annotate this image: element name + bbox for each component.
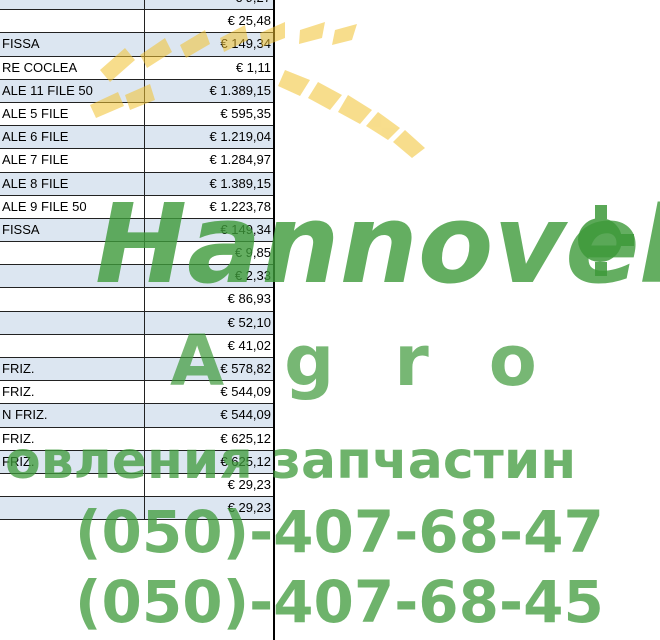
row-price: € 1.284,97	[209, 152, 271, 168]
table-row: ALE 11 FILE 50 € 1.389,15	[0, 79, 275, 103]
row-description: RE COCLEA	[0, 56, 145, 79]
row-description	[0, 334, 145, 357]
row-price: € 1.223,78	[209, 198, 271, 214]
table-row: ALE 7 FILE € 1.284,97	[0, 149, 275, 173]
row-description	[0, 10, 145, 33]
row-description	[0, 242, 145, 265]
table-row: FISSA € 149,34	[0, 33, 275, 57]
row-price: € 149,34	[220, 221, 271, 237]
row-description: FISSA	[0, 218, 145, 242]
row-price: € 1.389,15	[209, 82, 271, 98]
row-price: € 625,12	[220, 430, 271, 446]
table-row: N FRIZ. € 544,09	[0, 404, 275, 428]
row-description: ALE 11 FILE 50	[0, 79, 145, 102]
row-description	[0, 0, 145, 10]
table-row: FRIZ. € 625,12	[0, 427, 275, 451]
row-description	[0, 311, 145, 334]
table-row: € 9,27	[0, 0, 275, 11]
table-row: ALE 6 FILE € 1.219,04	[0, 126, 275, 150]
row-description: FISSA	[0, 33, 145, 56]
row-description: FRIZ.	[0, 427, 145, 450]
row-description: FRIZ.	[0, 381, 145, 404]
row-description: ALE 8 FILE	[0, 172, 145, 195]
table-row: FISSA € 149,34	[0, 218, 275, 243]
table-row: FRIZ. € 625,12	[0, 450, 275, 474]
row-price: € 86,93	[227, 291, 271, 307]
table-row: € 52,10	[0, 311, 275, 335]
row-price: € 149,34	[220, 36, 271, 52]
row-description: ALE 5 FILE	[0, 102, 145, 126]
row-price: € 1.389,15	[209, 175, 271, 191]
row-description	[0, 473, 145, 497]
table-row: RE COCLEA € 1,11	[0, 56, 275, 80]
table-row: € 2,33	[0, 265, 275, 289]
table-row: € 25,48	[0, 10, 275, 34]
table-row: € 9,85	[0, 242, 275, 266]
row-description: FRIZ.	[0, 450, 145, 473]
table-row: ALE 9 FILE 50 € 1.223,78	[0, 195, 275, 219]
row-description: N FRIZ.	[0, 404, 145, 427]
row-price: € 2,33	[234, 268, 271, 284]
table-row: FRIZ. € 578,82	[0, 358, 275, 382]
table-border	[273, 0, 275, 640]
row-price: € 9,85	[234, 245, 271, 261]
table-row: € 29,23	[0, 497, 275, 521]
row-price: € 41,02	[227, 337, 271, 353]
row-description: ALE 9 FILE 50	[0, 195, 145, 218]
table-row: € 41,02	[0, 334, 275, 358]
watermark-phone2: (050)-407-68-45	[75, 568, 604, 636]
table-row: ALE 8 FILE € 1.389,15	[0, 172, 275, 196]
gear-icon	[578, 205, 634, 276]
row-price: € 52,10	[227, 314, 271, 330]
price-table: € 9,27 € 25,48 FISSA € 149,34 RE COCLEA € 1,1…	[0, 0, 275, 521]
table-row: FRIZ. € 544,09	[0, 381, 275, 405]
row-price: € 29,23	[227, 500, 271, 516]
row-description	[0, 265, 145, 288]
row-price: € 544,09	[220, 384, 271, 400]
row-price: € 25,48	[227, 13, 271, 29]
row-price: € 544,09	[220, 407, 271, 423]
table-row: € 86,93	[0, 288, 275, 312]
row-description	[0, 497, 145, 520]
row-description: ALE 6 FILE	[0, 126, 145, 149]
row-price: € 29,23	[227, 476, 271, 492]
row-price: € 595,35	[220, 105, 271, 121]
table-row: € 29,23	[0, 473, 275, 498]
row-description: ALE 7 FILE	[0, 149, 145, 172]
row-price: € 1.219,04	[209, 129, 271, 145]
table-row: ALE 5 FILE € 595,35	[0, 102, 275, 127]
row-description	[0, 288, 145, 311]
row-price: € 9,27	[146, 0, 273, 9]
row-description: FRIZ.	[0, 358, 145, 381]
row-price: € 625,12	[220, 453, 271, 469]
row-price: € 1,11	[235, 59, 271, 75]
row-price: € 578,82	[220, 361, 271, 376]
